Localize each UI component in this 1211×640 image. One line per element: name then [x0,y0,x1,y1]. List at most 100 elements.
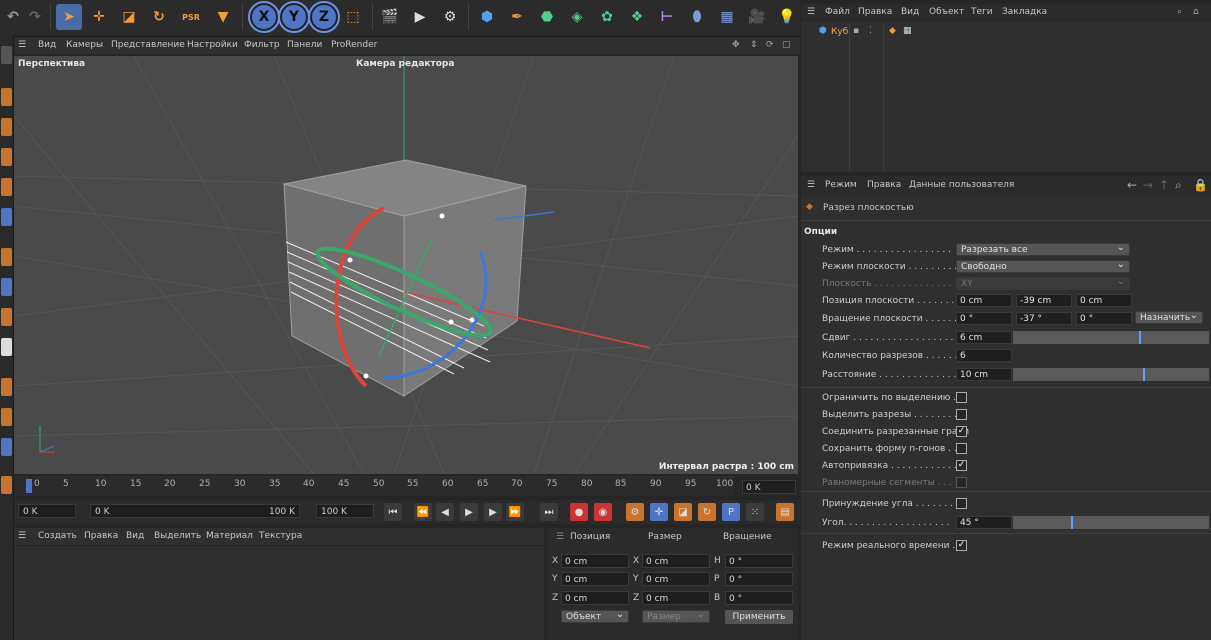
phong-tag-icon[interactable]: ◆ [889,26,896,36]
cloner-icon[interactable]: ✿ [594,4,620,30]
move-icon[interactable]: ✛ [86,4,112,30]
film-strip-icon[interactable]: ▤ [776,503,794,521]
scale-icon[interactable]: ◪ [116,4,142,30]
handle-dot[interactable] [448,319,454,325]
size-x-field[interactable]: 0 cm [642,554,710,568]
planar-workplane-icon[interactable] [1,438,12,456]
angle-constraint-checkbox[interactable] [956,498,967,509]
maximize-view-icon[interactable]: ▢ [782,40,791,50]
deformer-icon[interactable]: ⊢ [654,4,680,30]
floor-icon[interactable]: ▦ [714,4,740,30]
axis-mode-icon[interactable] [1,308,12,326]
go-to-start-icon[interactable]: ⏮ [384,503,402,521]
keep-ngon-checkbox[interactable] [956,443,967,454]
coordinate-mode-dropdown[interactable]: Объект [561,608,629,623]
light-icon[interactable]: 💡 [774,4,800,30]
workplane-icon[interactable] [1,148,12,166]
coordinate-system-icon[interactable]: ⬚ [340,4,366,30]
up-arrow-icon[interactable]: ↑ [1159,178,1169,192]
key-scale-icon[interactable]: ◪ [674,503,692,521]
psr-icon[interactable]: PSR [178,4,204,30]
position-y-field[interactable]: 0 cm [561,572,629,586]
handle-dot[interactable] [469,317,475,323]
even-segments-checkbox[interactable] [956,477,967,488]
cube-icon[interactable]: ⬢ [474,4,500,30]
mode-dropdown[interactable]: Разрезать все [956,241,1130,256]
autosnap-checkbox[interactable]: ✓ [956,460,967,471]
search-icon[interactable]: ⌕ [1175,178,1182,193]
menu-display[interactable]: Представление [111,40,185,50]
menu-user-data[interactable]: Данные пользователя [909,180,1014,190]
key-position-icon[interactable]: ✛ [650,503,668,521]
end-frame-field[interactable]: 100 K [316,504,374,518]
position-z-field[interactable]: 0 cm [561,591,629,605]
plane-rotation-p-field[interactable]: -37 ° [1016,312,1072,325]
menu-bookmarks[interactable]: Закладка [1002,7,1047,17]
back-arrow-icon[interactable]: ← [1127,178,1137,192]
autokey-icon[interactable]: ◉ [594,503,612,521]
redo-icon[interactable]: ↷ [22,4,48,30]
menu-icon[interactable]: ☰ [18,40,26,50]
plane-mode-dropdown[interactable]: Свободно [956,258,1130,273]
distance-field[interactable]: 10 cm [956,368,1012,381]
object-name[interactable]: Куб [831,27,848,37]
current-frame-field[interactable]: 0 K [742,480,796,494]
cuts-field[interactable]: 6 [956,349,1012,362]
z-axis-icon[interactable]: Z [308,1,340,33]
make-editable-icon[interactable] [1,46,12,64]
select-cuts-checkbox[interactable] [956,409,967,420]
slider-handle[interactable] [1071,516,1073,529]
angle-slider[interactable] [1013,516,1209,529]
next-key-icon[interactable]: ⏩ [506,503,524,521]
pan-view-icon[interactable]: ✥ [732,40,740,50]
menu-material[interactable]: Материал [206,531,253,541]
keyframe-selection-icon[interactable]: ⚙ [626,503,644,521]
slider-handle[interactable] [1139,331,1141,344]
menu-view[interactable]: Вид [901,7,919,17]
record-icon[interactable]: ● [570,503,588,521]
menu-mode[interactable]: Режим [825,180,857,190]
key-parameter-icon[interactable]: P [722,503,740,521]
plane-dropdown[interactable]: XY [956,275,1130,290]
menu-edit[interactable]: Правка [867,180,901,190]
menu-view[interactable]: Вид [126,531,144,541]
realtime-mode-checkbox[interactable]: ✓ [956,540,967,551]
size-mode-dropdown[interactable]: Размер [642,608,710,623]
y-axis-icon[interactable]: Y [278,1,310,33]
go-to-end-icon[interactable]: ⏭ [540,503,558,521]
points-mode-icon[interactable] [1,178,12,196]
plane-position-z-field[interactable]: 0 cm [1076,294,1132,307]
menu-cameras[interactable]: Камеры [66,40,103,50]
field-icon[interactable]: ⬮ [684,4,710,30]
search-icon[interactable]: ⌕ [1177,7,1182,17]
twist-icon[interactable] [1,476,12,494]
menu-texture[interactable]: Текстура [259,531,302,541]
edges-mode-icon[interactable] [1,208,12,226]
timeline-ruler[interactable]: 0 5 10 15 20 25 30 35 40 45 50 55 60 65 … [14,476,734,496]
menu-select[interactable]: Выделить [154,531,201,541]
camera-label[interactable]: Камера редактора [356,59,454,69]
menu-object[interactable]: Объект [929,7,964,17]
connect-cut-faces-checkbox[interactable]: ✓ [956,426,967,437]
next-frame-icon[interactable]: ▶ [484,503,502,521]
viewport[interactable]: Перспектива Камера редактора Интервал ра… [14,56,798,474]
prev-key-icon[interactable]: ⏪ [414,503,432,521]
solo-icon[interactable] [1,378,12,396]
render-settings-icon[interactable]: ⚙ [437,4,463,30]
menu-panel[interactable]: Панели [287,40,322,50]
handle-dot[interactable] [347,257,353,263]
pen-icon[interactable]: ✒ [504,4,530,30]
material-area[interactable] [14,546,544,640]
key-rotation-icon[interactable]: ↻ [698,503,716,521]
menu-options[interactable]: Настройки [187,40,238,50]
menu-edit[interactable]: Правка [858,7,892,17]
forward-arrow-icon[interactable]: → [1143,178,1153,192]
position-x-field[interactable]: 0 cm [561,554,629,568]
camera-icon[interactable]: 🎥 [744,4,770,30]
rotation-p-field[interactable]: 0 ° [725,572,793,586]
texture-mode-icon[interactable] [1,118,12,136]
menu-file[interactable]: Файл [825,7,850,17]
model-mode-icon[interactable] [1,88,12,106]
size-y-field[interactable]: 0 cm [642,572,710,586]
key-pla-icon[interactable]: ⁙ [746,503,764,521]
